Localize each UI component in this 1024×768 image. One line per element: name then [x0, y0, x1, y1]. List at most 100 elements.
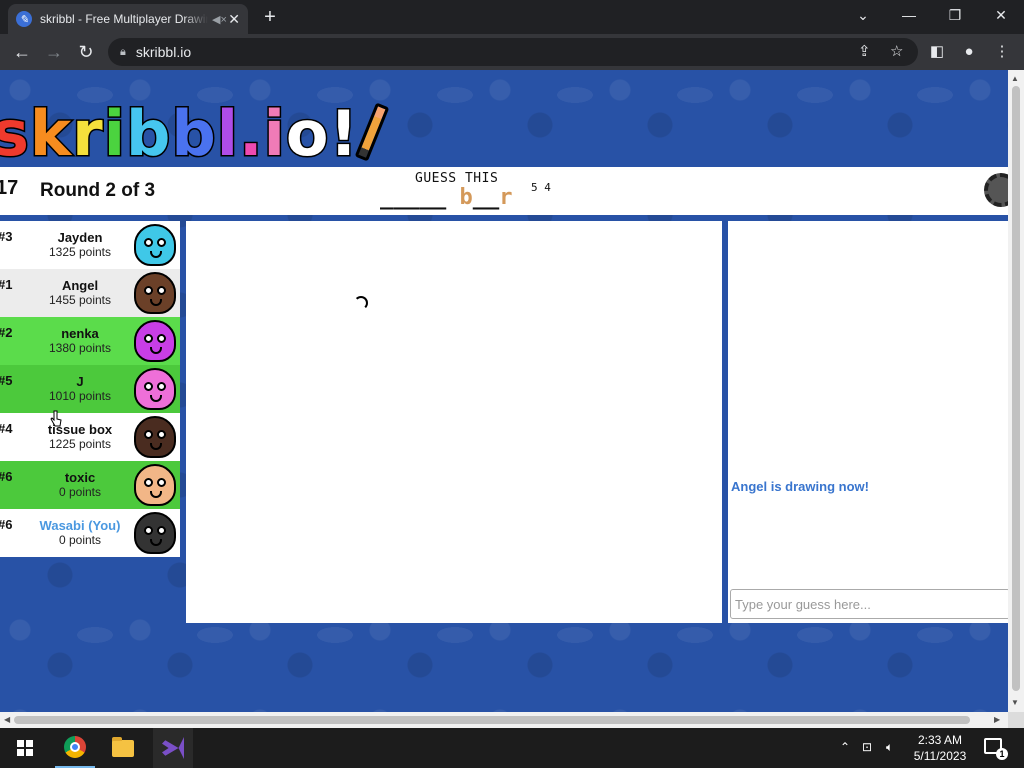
share-icon[interactable]: ⇪ — [858, 43, 871, 61]
loading-spinner-icon — [354, 296, 368, 310]
player-name: Jayden — [57, 230, 103, 245]
player-avatar — [134, 512, 176, 554]
taskbar-chrome[interactable] — [55, 728, 95, 768]
avatar-mouth — [150, 443, 162, 450]
network-icon[interactable]: ⊡ — [862, 740, 872, 754]
avatar-eye — [144, 334, 153, 343]
minimize-button[interactable]: — — [886, 0, 932, 30]
word-blanks: _____ — [380, 185, 460, 210]
player-score: 1225 points — [48, 437, 112, 451]
restore-button[interactable]: ❐ — [932, 0, 978, 30]
horizontal-scroll-thumb[interactable] — [14, 716, 970, 724]
round-indicator: Round 2 of 3 — [40, 180, 156, 201]
tab-search-chevron-icon[interactable]: ⌄ — [840, 0, 886, 30]
horizontal-scrollbar[interactable]: ◀ ▶ — [0, 712, 1008, 728]
avatar-eye — [157, 526, 166, 535]
avatar-eye — [157, 238, 166, 247]
player-list: #3 Jayden1325 points #1 Angel1455 points #2 n… — [0, 221, 180, 557]
speaker-muted-icon[interactable]: ◀× — [212, 13, 227, 26]
player-row[interactable]: #3 Jayden1325 points — [0, 221, 180, 269]
skribbl-logo: skribbl.io! — [0, 94, 390, 174]
avatar-eye — [144, 238, 153, 247]
lock-icon[interactable]: 🔒︎ — [120, 46, 126, 59]
tab-close-icon[interactable]: ✕ — [228, 11, 240, 28]
avatar-eye — [157, 478, 166, 487]
browser-menu-icon[interactable]: ⋮ — [992, 42, 1012, 62]
windows-logo-icon — [17, 740, 33, 756]
avatar-mouth — [150, 347, 162, 354]
player-score: 1325 points — [48, 245, 112, 259]
side-panel-icon[interactable]: ◧ — [927, 42, 947, 62]
player-row[interactable]: #1 Angel1455 points — [0, 269, 180, 317]
player-name: toxic — [64, 470, 96, 485]
pencil-icon — [354, 102, 390, 162]
player-rank: #6 — [0, 469, 13, 484]
player-rank: #1 — [0, 277, 13, 292]
avatar-mouth — [150, 539, 162, 546]
vertical-scroll-thumb[interactable] — [1012, 86, 1020, 691]
taskbar-file-explorer[interactable] — [103, 728, 143, 768]
player-score: 0 points — [58, 533, 102, 547]
chat-panel: Angel is drawing now! — [728, 221, 1008, 623]
bookmark-star-icon[interactable]: ☆ — [890, 43, 903, 61]
player-avatar — [134, 320, 176, 362]
avatar-eye — [144, 526, 153, 535]
browser-toolbar: ← → ↻ 🔒︎ skribbl.io ⇪ ☆ ◧ ● ⋮ — [0, 34, 1024, 70]
chrome-icon — [64, 736, 86, 758]
player-rank: #6 — [0, 517, 13, 532]
browser-tab-bar: ✎ skribbl - Free Multiplayer Drawing & G… — [0, 0, 1024, 34]
avatar-eye — [144, 478, 153, 487]
tab-title: skribbl - Free Multiplayer Drawing & Gue… — [40, 12, 208, 26]
player-row[interactable]: #2 nenka1380 points — [0, 317, 180, 365]
revealed-letter: b — [459, 185, 473, 210]
skribbl-favicon-icon: ✎ — [16, 11, 32, 27]
guess-this-label: GUESS THIS — [415, 171, 499, 186]
notification-badge: 1 — [996, 748, 1008, 760]
window-close-button[interactable]: ✕ — [978, 0, 1024, 30]
scroll-left-arrow-icon[interactable]: ◀ — [4, 715, 10, 724]
address-bar[interactable]: 🔒︎ skribbl.io — [108, 38, 918, 66]
windows-taskbar: ⌃ ⊡ 🔈︎ 2:33 AM 5/11/2023 1 — [0, 728, 1024, 768]
taskbar-visual-studio[interactable] — [153, 728, 193, 768]
scroll-up-arrow-icon[interactable]: ▲ — [1011, 74, 1019, 83]
game-header-bar: 17 Round 2 of 3 GUESS THIS _____ b__r 5 … — [0, 167, 1008, 215]
player-avatar — [134, 416, 176, 458]
player-row[interactable]: #6 toxic0 points — [0, 461, 180, 509]
player-name: J — [76, 374, 84, 389]
avatar-mouth — [150, 251, 162, 258]
round-timer: 17 — [0, 177, 19, 199]
player-name: nenka — [61, 326, 99, 341]
scroll-down-arrow-icon[interactable]: ▼ — [1011, 698, 1019, 707]
avatar-eye — [157, 430, 166, 439]
start-button[interactable] — [4, 728, 44, 768]
reload-icon[interactable]: ↻ — [74, 40, 98, 64]
back-arrow-icon[interactable]: ← — [10, 40, 34, 64]
new-tab-button[interactable]: + — [260, 6, 280, 28]
volume-icon[interactable]: 🔈︎ — [886, 740, 893, 755]
avatar-eye — [144, 382, 153, 391]
tray-chevron-up-icon[interactable]: ⌃ — [840, 740, 850, 754]
guess-input[interactable] — [730, 589, 1008, 619]
player-score: 1380 points — [48, 341, 112, 355]
clock-time: 2:33 AM — [917, 733, 963, 747]
settings-gear-icon[interactable] — [984, 173, 1008, 207]
player-row[interactable]: #6 Wasabi (You)0 points — [0, 509, 180, 557]
forward-arrow-icon[interactable]: → — [42, 40, 66, 64]
player-avatar — [134, 272, 176, 314]
player-rank: #2 — [0, 325, 13, 340]
profile-avatar-icon[interactable]: ● — [959, 42, 979, 62]
drawing-canvas[interactable] — [186, 221, 722, 623]
vertical-scrollbar[interactable]: ▲ ▼ — [1008, 70, 1024, 712]
avatar-mouth — [150, 299, 162, 306]
scroll-right-arrow-icon[interactable]: ▶ — [994, 715, 1000, 724]
player-row[interactable]: #5 J1010 points — [0, 365, 180, 413]
chat-system-message: Angel is drawing now! — [731, 479, 869, 494]
avatar-eye — [157, 382, 166, 391]
avatar-eye — [157, 334, 166, 343]
page-viewport: skribbl.io! 17 Round 2 of 3 GUESS THIS _… — [0, 70, 1008, 712]
visual-studio-icon — [162, 737, 184, 759]
system-clock[interactable]: 2:33 AM 5/11/2023 — [908, 732, 972, 764]
player-row[interactable]: #4 tissue box1225 points — [0, 413, 180, 461]
scrollbar-corner — [1008, 712, 1024, 728]
browser-tab[interactable]: ✎ skribbl - Free Multiplayer Drawing & G… — [8, 4, 248, 34]
